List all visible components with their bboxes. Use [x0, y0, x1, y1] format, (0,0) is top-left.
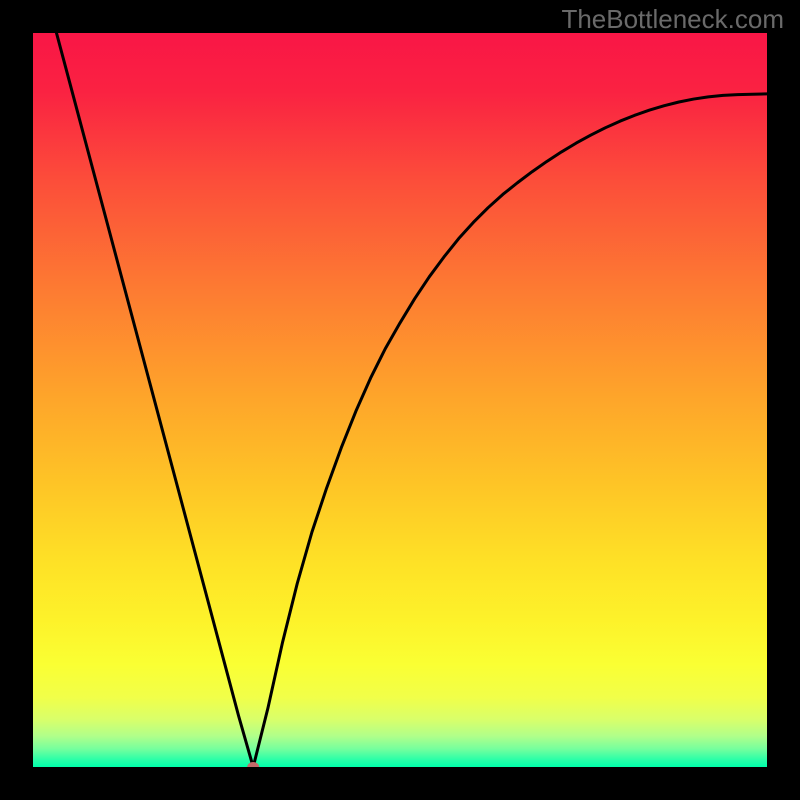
watermark: TheBottleneck.com [561, 4, 784, 35]
gradient-background [33, 33, 767, 767]
plot-area [33, 33, 767, 767]
chart-container: TheBottleneck.com [0, 0, 800, 800]
chart-svg [33, 33, 767, 767]
